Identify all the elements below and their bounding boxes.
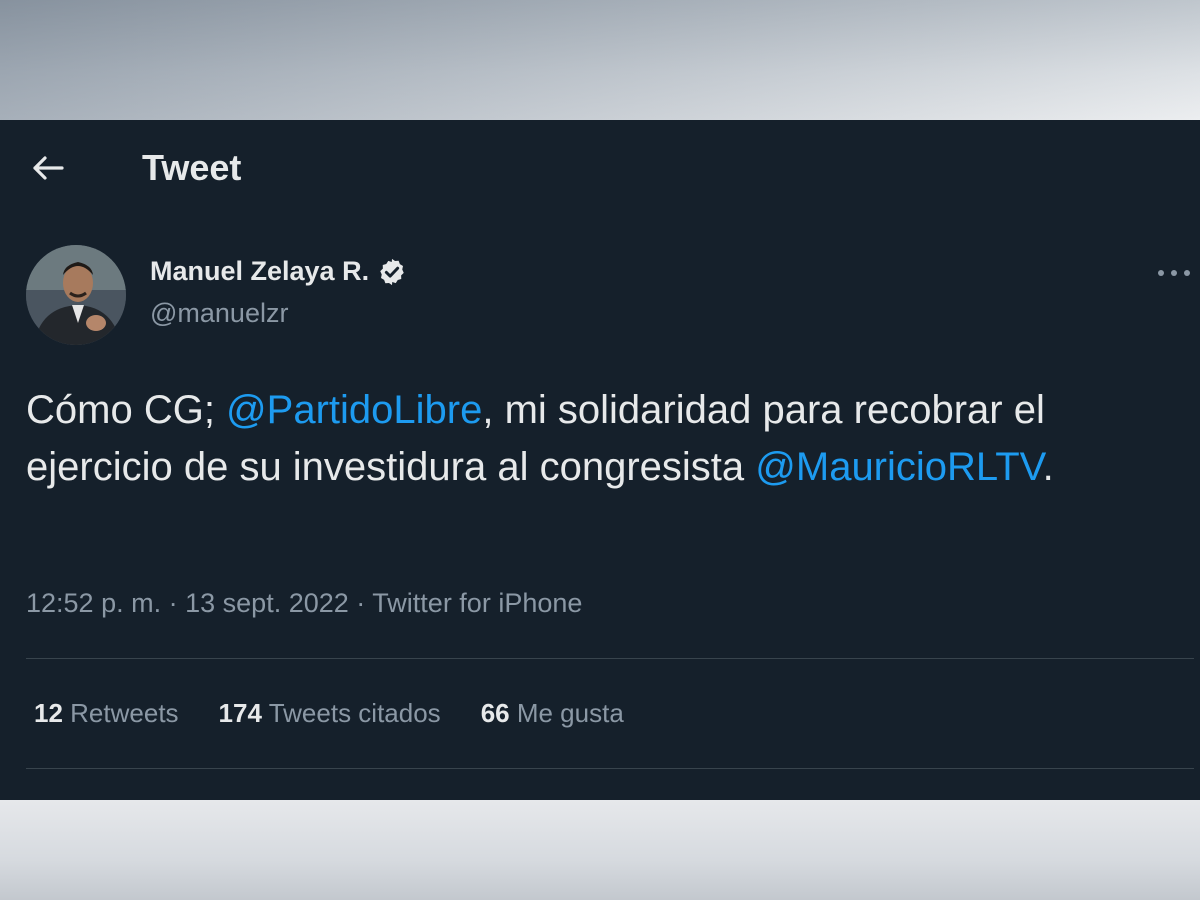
tweet-header: Tweet [0, 120, 1200, 215]
stat-count: 12 [34, 698, 63, 728]
stat-likes[interactable]: 66 Me gusta [481, 698, 624, 729]
tweet-source[interactable]: Twitter for iPhone [372, 588, 582, 618]
back-button[interactable] [28, 148, 68, 188]
avatar[interactable] [26, 245, 126, 345]
stat-count: 66 [480, 698, 510, 728]
tweet-stats: 12 Retweets 174 Tweets citados 66 Me gus… [34, 698, 624, 729]
more-horizontal-icon [1158, 270, 1190, 276]
mention-link[interactable]: @MauricioRLTV [755, 445, 1042, 489]
author-name: Manuel Zelaya R. [150, 256, 370, 286]
page-title: Tweet [142, 147, 242, 188]
tweet-text-part: . [1042, 445, 1054, 489]
more-options-button[interactable] [1152, 258, 1196, 288]
author-name-row[interactable]: Manuel Zelaya R. [150, 256, 407, 287]
stat-label: Me gusta [516, 698, 624, 728]
author-handle[interactable]: @manuelzr [150, 298, 288, 329]
stat-label: Tweets citados [268, 698, 441, 728]
tweet-time[interactable]: 12:52 p. m. [26, 588, 161, 618]
tweet-meta: 12:52 p. m. · 13 sept. 2022 · Twitter fo… [26, 588, 582, 619]
tweet-text: Cómo CG; @PartidoLibre, mi solidaridad p… [26, 382, 1186, 496]
meta-separator: · [168, 588, 178, 618]
tweet-panel: Tweet Manuel Zelaya R. @manuelzr Cómo CG… [0, 120, 1200, 800]
divider [26, 768, 1194, 769]
meta-separator: · [356, 588, 366, 618]
divider [26, 658, 1194, 659]
tweet-date[interactable]: 13 sept. 2022 [185, 588, 349, 618]
background-bottom [0, 800, 1200, 900]
stat-count: 174 [218, 698, 262, 728]
background-top [0, 0, 1200, 120]
avatar-image [26, 245, 126, 345]
stat-label: Retweets [70, 698, 179, 728]
mention-link[interactable]: @PartidoLibre [226, 388, 482, 432]
tweet-text-part: Cómo CG; [26, 388, 227, 432]
stat-retweets[interactable]: 12 Retweets [34, 698, 179, 729]
stat-quote-tweets[interactable]: 174 Tweets citados [219, 698, 441, 729]
verified-badge-icon [380, 258, 404, 285]
arrow-left-icon [33, 156, 64, 180]
